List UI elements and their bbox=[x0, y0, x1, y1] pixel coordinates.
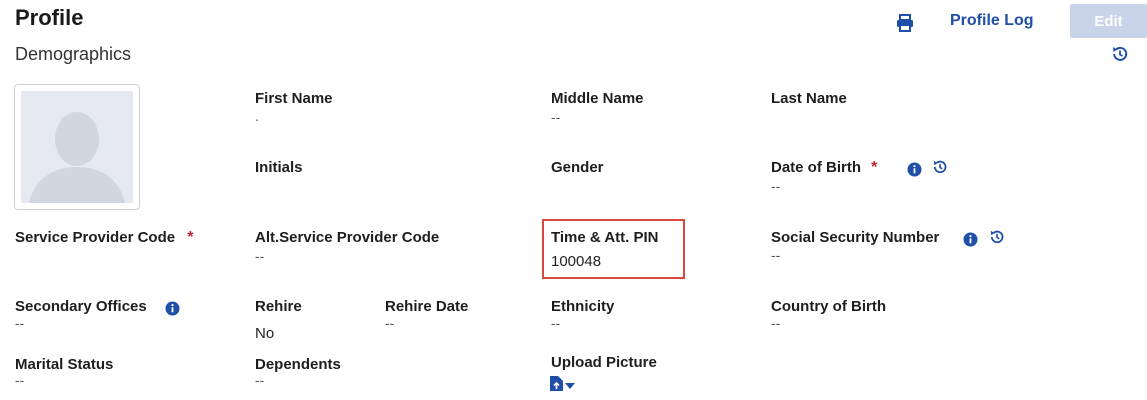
required-marker: * bbox=[871, 159, 878, 176]
ssn-value: -- bbox=[771, 247, 781, 263]
upload-picture-dropdown[interactable] bbox=[550, 376, 575, 396]
info-icon[interactable] bbox=[165, 301, 180, 316]
required-marker: * bbox=[187, 229, 194, 246]
history-icon[interactable] bbox=[1111, 45, 1129, 63]
secondary-offices-label: Secondary Offices bbox=[15, 298, 147, 315]
info-icon[interactable] bbox=[907, 162, 922, 177]
section-title: Demographics bbox=[15, 44, 132, 64]
rehire-date-value: -- bbox=[385, 315, 395, 331]
country-of-birth-value: -- bbox=[771, 315, 781, 331]
last-name-label: Last Name bbox=[771, 90, 847, 107]
avatar-placeholder-icon bbox=[21, 91, 133, 203]
chevron-down-icon bbox=[565, 377, 575, 395]
dependents-value: -- bbox=[255, 372, 265, 388]
ethnicity-label: Ethnicity bbox=[551, 298, 615, 315]
ssn-label: Social Security Number bbox=[771, 229, 940, 246]
rehire-date-label: Rehire Date bbox=[385, 298, 469, 315]
middle-name-value: -- bbox=[551, 109, 561, 125]
middle-name-label: Middle Name bbox=[551, 90, 644, 107]
date-of-birth-label: Date of Birth * bbox=[771, 159, 877, 177]
page-title: Profile bbox=[15, 5, 84, 30]
print-icon[interactable] bbox=[895, 13, 915, 33]
upload-picture-label: Upload Picture bbox=[551, 354, 657, 371]
highlight-box bbox=[542, 219, 685, 279]
profile-log-link[interactable]: Profile Log bbox=[950, 12, 1034, 30]
date-of-birth-value: -- bbox=[771, 178, 781, 194]
file-upload-icon bbox=[550, 376, 563, 396]
gender-label: Gender bbox=[551, 159, 604, 176]
history-icon[interactable] bbox=[989, 229, 1005, 245]
marital-status-label: Marital Status bbox=[15, 356, 114, 373]
edit-button[interactable]: Edit bbox=[1070, 4, 1147, 38]
initials-label: Initials bbox=[255, 159, 303, 176]
info-icon[interactable] bbox=[963, 232, 978, 247]
dependents-label: Dependents bbox=[255, 356, 341, 373]
service-provider-code-label: Service Provider Code * bbox=[15, 229, 193, 247]
alt-service-provider-code-value: -- bbox=[255, 248, 265, 264]
ethnicity-value: -- bbox=[551, 315, 561, 331]
rehire-label: Rehire bbox=[255, 298, 302, 315]
date-of-birth-label-text: Date of Birth bbox=[771, 159, 861, 176]
first-name-label: First Name bbox=[255, 90, 333, 107]
service-provider-code-label-text: Service Provider Code bbox=[15, 229, 176, 246]
time-att-pin-label: Time & Att. PIN bbox=[551, 229, 659, 246]
time-att-pin-value: 100048 bbox=[551, 253, 602, 270]
alt-service-provider-code-label: Alt.Service Provider Code bbox=[255, 229, 440, 246]
rehire-value: No bbox=[255, 325, 275, 342]
country-of-birth-label: Country of Birth bbox=[771, 298, 886, 315]
marital-status-value: -- bbox=[15, 372, 25, 388]
profile-photo bbox=[14, 84, 140, 210]
first-name-value: . bbox=[255, 108, 259, 124]
history-icon[interactable] bbox=[932, 159, 948, 175]
secondary-offices-value: -- bbox=[15, 315, 25, 331]
